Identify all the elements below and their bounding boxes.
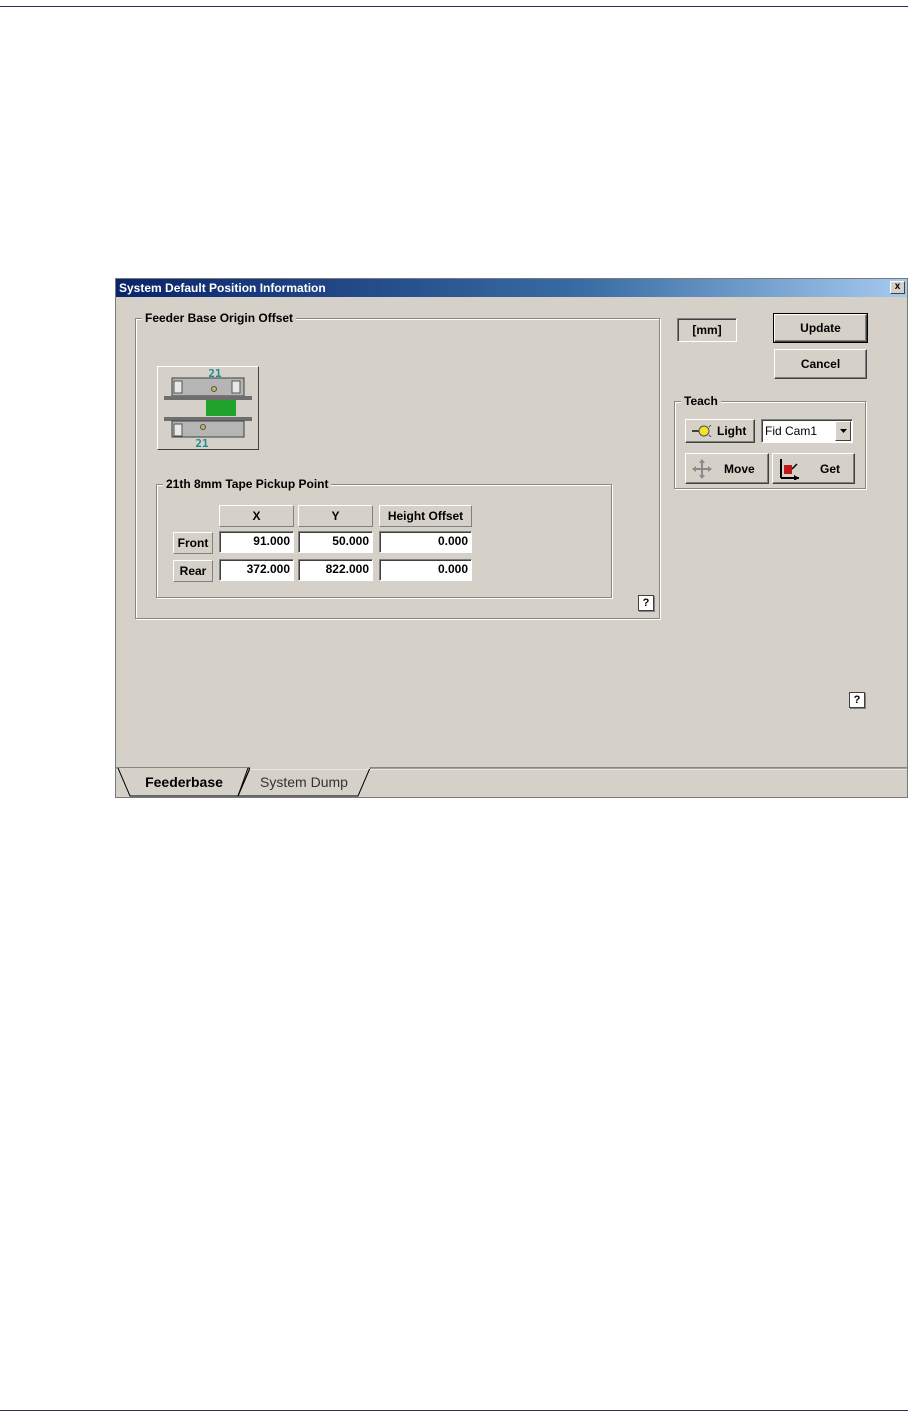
units-label: [mm] <box>677 318 737 342</box>
teach-group: Teach Light Fid Cam1 Move Get <box>674 394 866 489</box>
tab-system-dump[interactable]: System Dump <box>248 771 360 793</box>
dialog-window: System Default Position Information x Fe… <box>115 278 908 798</box>
rear-x-input[interactable]: 372.000 <box>219 559 294 581</box>
bulb-icon <box>692 425 712 437</box>
tab-strip: Feederbase System Dump <box>116 767 907 797</box>
light-button[interactable]: Light <box>685 419 755 443</box>
pickup-point-group: 21th 8mm Tape Pickup Point X Y Height Of… <box>156 477 612 598</box>
teach-group-label: Teach <box>681 394 721 408</box>
page-bottom-rule <box>0 1410 908 1411</box>
close-button[interactable]: x <box>890 281 905 294</box>
page-top-rule <box>0 6 908 7</box>
feeder-base-diagram: 21 21 <box>157 366 259 450</box>
diagram-bottom-number: 21 <box>195 437 209 449</box>
feeder-help-icon[interactable]: ? <box>638 595 654 611</box>
pickup-group-label: 21th 8mm Tape Pickup Point <box>163 477 332 491</box>
front-x-input[interactable]: 91.000 <box>219 531 294 553</box>
feeder-diagram-icon: 21 21 <box>164 367 252 450</box>
front-y-input[interactable]: 50.000 <box>298 531 373 553</box>
cancel-button[interactable]: Cancel <box>774 349 867 379</box>
select-dropdown-button[interactable] <box>835 421 851 441</box>
get-label: Get <box>820 461 841 476</box>
update-label: Update <box>800 321 841 335</box>
feeder-group-label: Feeder Base Origin Offset <box>142 311 297 325</box>
tab-system-dump-label: System Dump <box>260 774 348 790</box>
title-bar: System Default Position Information x <box>116 279 907 297</box>
move-cross-icon <box>692 458 712 479</box>
rear-y-input[interactable]: 822.000 <box>298 559 373 581</box>
update-button[interactable]: Update <box>773 313 868 343</box>
chevron-down-icon <box>839 429 847 433</box>
front-height-offset-input[interactable]: 0.000 <box>379 531 472 553</box>
column-header-y: Y <box>298 505 373 527</box>
tab-feederbase-label: Feederbase <box>145 774 223 790</box>
feeder-base-origin-offset-group: Feeder Base Origin Offset 21 21 21th 8mm… <box>135 311 660 619</box>
window-title: System Default Position Information <box>119 281 326 295</box>
camera-select[interactable]: Fid Cam1 <box>761 419 853 443</box>
rear-height-offset-input[interactable]: 0.000 <box>379 559 472 581</box>
row-label-rear: Rear <box>173 560 213 582</box>
tab-feederbase[interactable]: Feederbase <box>130 771 238 793</box>
cancel-label: Cancel <box>800 357 841 371</box>
close-icon: x <box>894 281 901 292</box>
column-header-x: X <box>219 505 294 527</box>
column-header-height-offset: Height Offset <box>379 505 472 527</box>
units-text: [mm] <box>692 323 722 337</box>
light-label: Light <box>717 424 747 438</box>
get-button[interactable]: Get <box>772 453 855 484</box>
move-label: Move <box>724 461 755 476</box>
row-label-front: Front <box>173 532 213 554</box>
camera-select-value: Fid Cam1 <box>765 424 818 438</box>
page-help-icon[interactable]: ? <box>849 692 865 708</box>
move-button[interactable]: Move <box>685 453 769 484</box>
get-position-icon <box>780 458 799 480</box>
